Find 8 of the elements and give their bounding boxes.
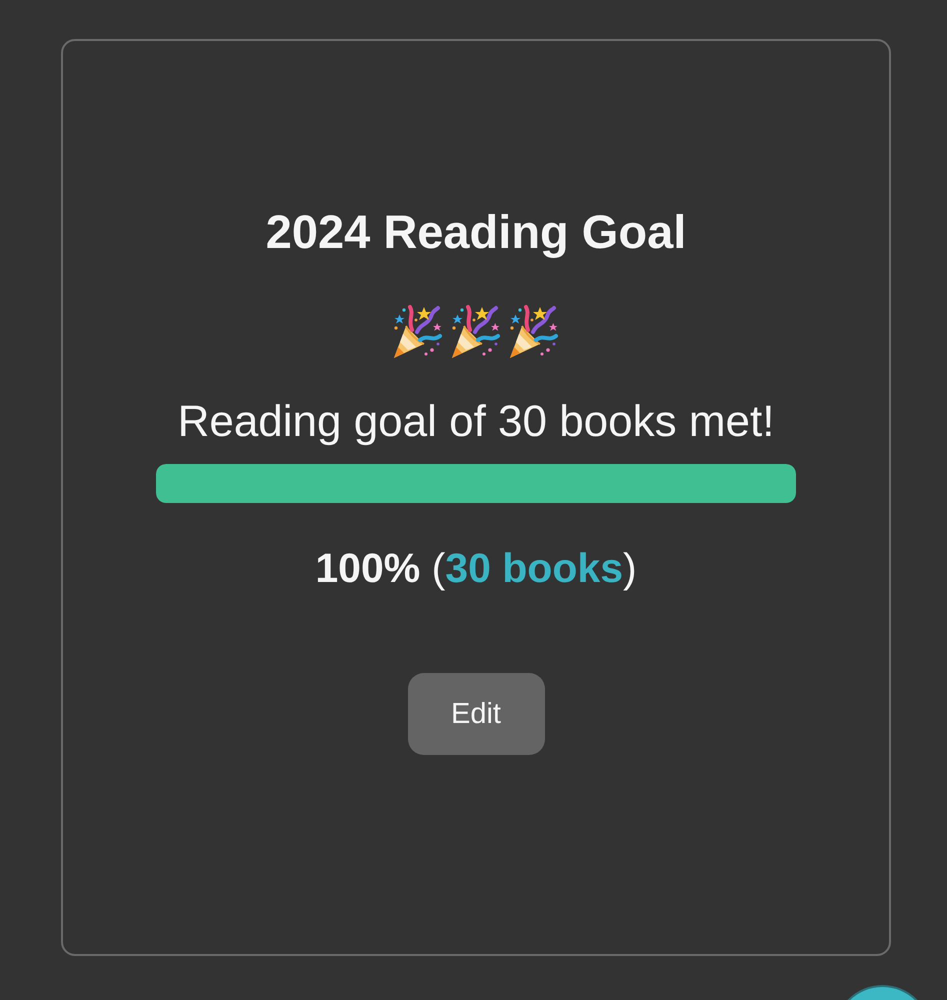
party-popper-icon <box>508 304 560 360</box>
edit-button[interactable]: Edit <box>408 673 544 755</box>
progress-summary: 100% (30 books) <box>315 544 637 592</box>
books-link[interactable]: 30 books <box>445 545 623 591</box>
party-popper-icon <box>450 304 502 360</box>
goal-title: 2024 Reading Goal <box>266 204 686 260</box>
party-popper-icon <box>392 304 444 360</box>
goal-message: Reading goal of 30 books met! <box>178 396 774 448</box>
